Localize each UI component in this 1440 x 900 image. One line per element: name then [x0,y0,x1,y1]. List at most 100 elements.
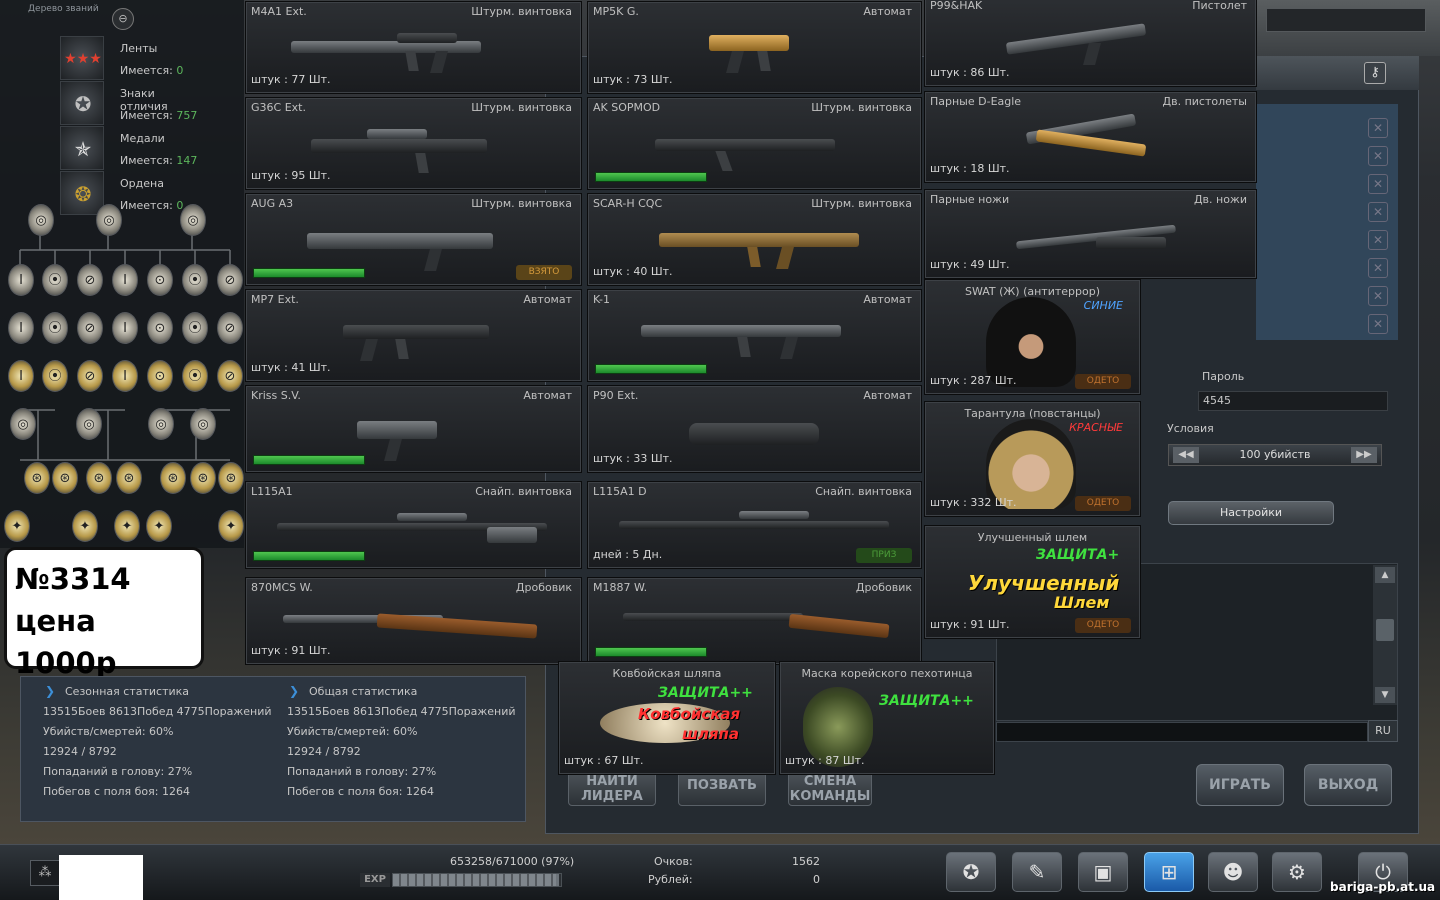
medal-row-insignia[interactable]: ✪ Знаки отличия Имеется: 757 [60,81,204,125]
rank-node-icon[interactable]: ⊙ [147,264,173,296]
rank-node-icon[interactable]: ⊙ [147,360,173,392]
close-slot-icon[interactable]: ✕ [1368,314,1388,334]
rank-node-icon[interactable]: ⊙ [147,312,173,344]
item-card-korean-mask[interactable]: Маска корейского пехотинца ЗАЩИТА++ штук… [779,661,995,775]
close-slot-icon[interactable]: ✕ [1368,118,1388,138]
total-stats-title[interactable]: Общая статистика [285,684,535,705]
settings-icon[interactable]: ⚙ [1272,852,1322,892]
item-card-aug[interactable]: AUG A3 Штурм. винтовка ВЗЯТО [245,193,582,286]
rank-node-icon[interactable]: ⊛ [160,462,186,494]
rank-node-icon[interactable]: ⊛ [24,462,50,494]
rank-node-icon[interactable]: ⊛ [190,462,216,494]
rank-node-icon[interactable]: ⊘ [77,312,103,344]
rank-node-icon[interactable]: ⊘ [217,360,243,392]
close-slot-icon[interactable]: ✕ [1368,230,1388,250]
next-arrow-icon[interactable]: ▶▶ [1351,447,1377,463]
invite-button[interactable]: ПОЗВАТЬ [678,770,766,806]
close-slot-icon[interactable]: ✕ [1368,202,1388,222]
item-card-ak-sopmod[interactable]: AK SOPMOD Штурм. винтовка [587,97,922,190]
language-button[interactable]: RU [1368,720,1398,742]
conditions-select[interactable]: ◀◀ 100 убийств ▶▶ [1168,444,1382,466]
rank-node-icon[interactable]: ⊘ [217,312,243,344]
rank-node-icon[interactable]: ◎ [76,408,102,440]
season-stats-title[interactable]: Сезонная статистика [41,684,291,705]
item-card-kriss[interactable]: Kriss S.V. Автомат [245,385,582,473]
item-card-p99hak[interactable]: P99&HAK Пистолет штук : 86 Шт. [924,0,1257,87]
rank-node-icon[interactable]: ⦿ [42,312,68,344]
rank-node-icon[interactable]: Ⅰ [8,264,34,296]
chat-scrollbar[interactable]: ▲ ▼ [1373,565,1397,705]
rank-node-icon[interactable]: ✦ [4,510,30,542]
rank-node-icon[interactable]: ⊘ [77,360,103,392]
item-card-dual-knives[interactable]: Парные ножи Дв. ножи штук : 49 Шт. [924,189,1257,279]
item-card-mp7[interactable]: MP7 Ext. Автомат штук : 41 Шт. [245,289,582,382]
item-card-p90[interactable]: P90 Ext. Автомат штук : 33 Шт. [587,385,922,473]
rank-node-icon[interactable]: ⦿ [42,264,68,296]
scroll-thumb[interactable] [1376,619,1394,641]
medal-row-ribbons[interactable]: ★★★ Ленты Имеется: 0 [60,36,204,80]
rank-node-icon[interactable]: ⊛ [52,462,78,494]
item-card-k1[interactable]: K-1 Автомат [587,289,922,382]
close-slot-icon[interactable]: ✕ [1368,286,1388,306]
item-card-scar[interactable]: SCAR-H CQC Штурм. винтовка штук : 40 Шт. [587,193,922,286]
rank-node-icon[interactable]: ⊘ [217,264,243,296]
item-card-l115a1[interactable]: L115A1 Снайп. винтовка [245,481,582,569]
collapse-icon[interactable]: ⊖ [112,8,134,30]
rank-node-icon[interactable]: ⊘ [77,264,103,296]
notes-icon[interactable]: ✎ [1012,852,1062,892]
rank-node-icon[interactable]: Ⅰ [112,264,138,296]
close-slot-icon[interactable]: ✕ [1368,146,1388,166]
rank-node-icon[interactable]: Ⅰ [8,312,34,344]
rank-node-icon[interactable]: ✦ [114,510,140,542]
rank-node-icon[interactable]: ◎ [180,204,206,236]
equipped-badge: ОДЕТО [1075,618,1131,633]
item-card-g36c[interactable]: G36C Ext. Штурм. винтовка штук : 95 Шт. [245,97,582,190]
password-field[interactable]: 4545 [1198,391,1388,411]
item-card-m1887[interactable]: M1887 W. Дробовик [587,577,922,665]
clan-icon[interactable]: ☻ [1208,852,1258,892]
rank-node-icon[interactable]: ◎ [10,408,36,440]
rank-node-icon[interactable]: ⊛ [86,462,112,494]
rank-node-icon[interactable]: ⊛ [218,462,244,494]
chat-input[interactable] [996,722,1368,742]
prev-arrow-icon[interactable]: ◀◀ [1173,447,1199,463]
shop-icon[interactable]: ⊞ [1144,852,1194,892]
medal-row-medals[interactable]: ✯ Медали Имеется: 147 [60,126,204,170]
item-card-mp5k[interactable]: MP5K G. Автомат штук : 73 Шт. [587,1,922,94]
scroll-up-icon[interactable]: ▲ [1375,567,1395,583]
rank-node-icon[interactable]: ✦ [146,510,172,542]
profile-icon[interactable]: ✪ [946,852,996,892]
find-leader-button[interactable]: НАЙТИ ЛИДЕРА [568,770,656,806]
inventory-icon[interactable]: ▣ [1078,852,1128,892]
item-card-m4a1[interactable]: M4A1 Ext. Штурм. винтовка штук : 77 Шт. [245,1,582,94]
play-button[interactable]: ИГРАТЬ [1196,764,1284,806]
settings-button[interactable]: Настройки [1168,501,1334,525]
item-card-870mcs[interactable]: 870MCS W. Дробовик штук : 91 Шт. [245,577,582,665]
rank-node-icon[interactable]: Ⅰ [112,360,138,392]
change-team-button[interactable]: СМЕНА КОМАНДЫ [788,770,872,806]
rank-node-icon[interactable]: ✦ [72,510,98,542]
rank-node-icon[interactable]: ⦿ [42,360,68,392]
close-slot-icon[interactable]: ✕ [1368,174,1388,194]
rank-node-icon[interactable]: ◎ [190,408,216,440]
rank-node-icon[interactable]: Ⅰ [8,360,34,392]
rank-node-icon[interactable]: ⦿ [182,264,208,296]
key-icon[interactable]: ⚷ [1364,62,1386,84]
rank-node-icon[interactable]: ⦿ [182,312,208,344]
exit-button[interactable]: ВЫХОД [1304,764,1392,806]
scroll-down-icon[interactable]: ▼ [1375,687,1395,703]
rank-node-icon[interactable]: Ⅰ [112,312,138,344]
close-slot-icon[interactable]: ✕ [1368,258,1388,278]
item-card-l115a1-d[interactable]: L115A1 D Снайп. винтовка дней : 5 Дн. ПР… [587,481,922,569]
rank-node-icon[interactable]: ◎ [96,204,122,236]
item-card-tarantula[interactable]: Тарантула (повстанцы) КРАСНЫЕ штук : 332… [924,401,1141,517]
item-card-swat[interactable]: SWAT (Ж) (антитеррор) СИНИЕ штук : 287 Ш… [924,279,1141,395]
rank-node-icon[interactable]: ✦ [218,510,244,542]
rank-node-icon[interactable]: ◎ [28,204,54,236]
item-card-cowboy-hat[interactable]: Ковбойская шляпа ЗАЩИТА++ Ковбойская шля… [558,661,776,775]
rank-node-icon[interactable]: ⊛ [116,462,142,494]
rank-node-icon[interactable]: ⦿ [182,360,208,392]
item-card-dual-deagle[interactable]: Парные D-Eagle Дв. пистолеты штук : 18 Ш… [924,91,1257,183]
rank-node-icon[interactable]: ◎ [148,408,174,440]
item-card-helmet[interactable]: Улучшенный шлем ЗАЩИТА+ Улучшенный Шлем … [924,525,1141,639]
